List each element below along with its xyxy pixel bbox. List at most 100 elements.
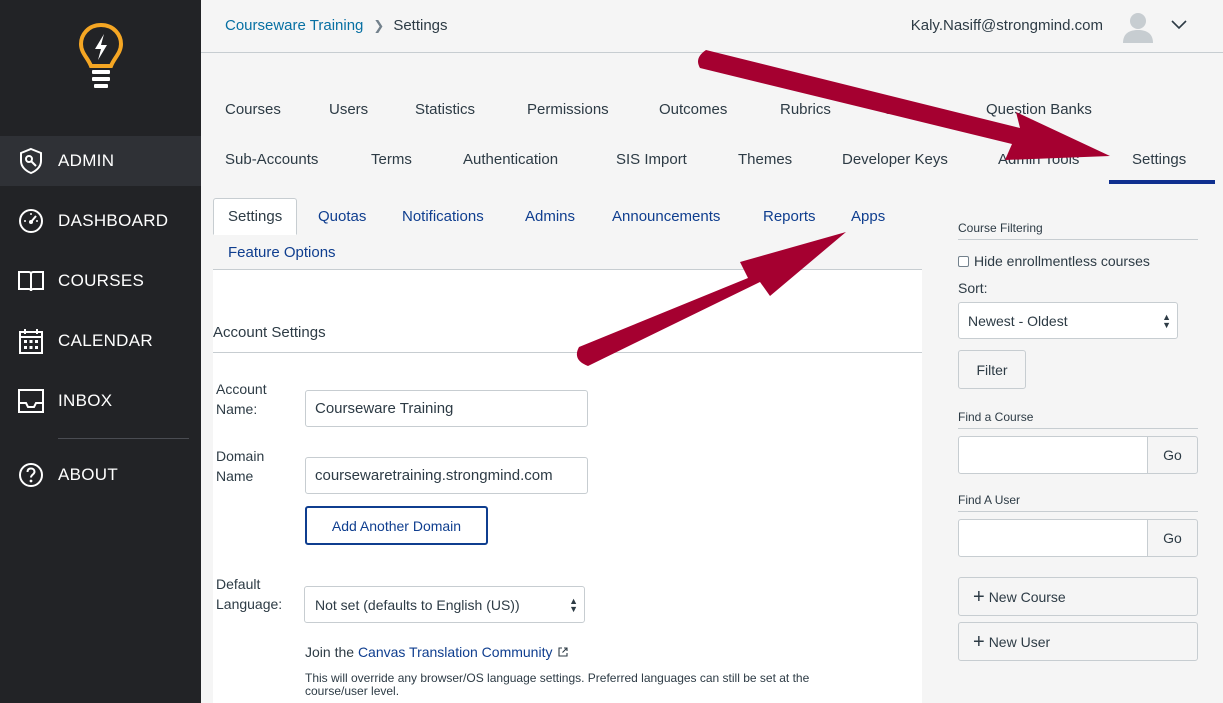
tab-rubrics[interactable]: Rubrics	[780, 101, 831, 118]
find-course-divider	[958, 428, 1198, 429]
lightbulb-logo-icon[interactable]	[78, 22, 124, 92]
translation-community-text: Join the Canvas Translation Community	[305, 644, 568, 660]
default-language-select[interactable]: Not set (defaults to English (US)) ▲ ▼	[304, 586, 585, 623]
subtab-notifications[interactable]: Notifications	[402, 208, 484, 225]
tab-admin-tools[interactable]: Admin Tools	[998, 151, 1079, 168]
book-icon	[17, 267, 45, 295]
select-arrows-icon: ▲ ▼	[569, 596, 578, 614]
default-language-value: Not set (defaults to English (US))	[315, 596, 520, 613]
nav-about-label: ABOUT	[58, 465, 119, 484]
plus-icon: +	[973, 585, 985, 608]
new-user-label: New User	[988, 633, 1051, 650]
domain-name-input[interactable]: coursewaretraining.strongmind.com	[305, 457, 588, 494]
subtab-quotas[interactable]: Quotas	[318, 208, 366, 225]
hide-enrollmentless-row[interactable]: Hide enrollmentless courses	[958, 253, 1150, 269]
filter-button[interactable]: Filter	[958, 350, 1026, 389]
breadcrumb: Courseware Training ❯ Settings	[225, 17, 448, 34]
tab-settings-selected-indicator	[1109, 180, 1215, 184]
domain-name-label-line2: Name	[216, 468, 254, 484]
nav-courses[interactable]: COURSES	[0, 256, 201, 306]
hide-enrollmentless-label: Hide enrollmentless courses	[974, 253, 1150, 269]
account-name-label-line1: Account	[216, 381, 267, 397]
tab-statistics[interactable]: Statistics	[415, 101, 475, 118]
tab-sis-import[interactable]: SIS Import	[616, 151, 687, 168]
tab-terms[interactable]: Terms	[371, 151, 412, 168]
nav-courses-label: COURSES	[58, 271, 145, 290]
find-course-go-button[interactable]: Go	[1147, 436, 1198, 474]
domain-name-label-line1: Domain	[216, 448, 265, 464]
nav-inbox[interactable]: INBOX	[0, 376, 201, 426]
tab-sub-accounts[interactable]: Sub-Accounts	[225, 151, 318, 168]
tab-settings[interactable]: Settings	[1132, 151, 1186, 168]
find-user-go-button[interactable]: Go	[1147, 519, 1198, 557]
nav-about[interactable]: ABOUT	[0, 450, 201, 500]
nav-dashboard-label: DASHBOARD	[58, 211, 169, 230]
dashboard-gauge-icon	[17, 207, 45, 235]
subtab-feature-options[interactable]: Feature Options	[228, 244, 336, 261]
default-language-label-line1: Default	[216, 576, 261, 592]
new-user-button[interactable]: + New User	[958, 622, 1198, 661]
sort-value: Newest - Oldest	[968, 312, 1068, 329]
find-user-divider	[958, 511, 1198, 512]
nav-admin-label: ADMIN	[58, 151, 115, 170]
breadcrumb-separator-icon: ❯	[373, 17, 385, 33]
subtab-settings[interactable]: Settings	[213, 198, 298, 235]
sort-select[interactable]: Newest - Oldest ▲ ▼	[958, 302, 1178, 339]
subtab-admins[interactable]: Admins	[525, 208, 575, 225]
default-language-label-line2: Language:	[216, 596, 283, 612]
default-language-label: Default Language:	[216, 574, 282, 614]
breadcrumb-account-link[interactable]: Courseware Training	[225, 17, 363, 34]
find-course-heading: Find a Course	[958, 410, 1034, 424]
sort-select-arrows-icon: ▲ ▼	[1162, 312, 1171, 330]
tab-authentication[interactable]: Authentication	[463, 151, 558, 168]
sort-label: Sort:	[958, 280, 988, 296]
tab-question-banks[interactable]: Question Banks	[986, 101, 1092, 118]
translation-community-link[interactable]: Canvas Translation Community	[358, 644, 553, 660]
tab-users[interactable]: Users	[329, 101, 368, 118]
hide-enrollmentless-checkbox[interactable]	[958, 255, 969, 267]
subtab-reports[interactable]: Reports	[763, 208, 816, 225]
admin-shield-icon	[17, 147, 45, 175]
calendar-icon	[17, 327, 45, 355]
account-name-label-line2: Name:	[216, 401, 258, 417]
language-override-note: This will override any browser/OS langua…	[305, 671, 810, 698]
avatar-icon[interactable]	[1121, 9, 1155, 43]
plus-icon: +	[973, 630, 985, 653]
course-filtering-divider	[958, 239, 1198, 240]
tab-themes[interactable]: Themes	[738, 151, 792, 168]
find-user-input[interactable]	[958, 519, 1148, 557]
subtab-announcements[interactable]: Announcements	[612, 208, 720, 225]
new-course-button[interactable]: + New Course	[958, 577, 1198, 616]
tab-courses[interactable]: Courses	[225, 101, 281, 118]
account-tabs: Courses Users Statistics Permissions Out…	[201, 53, 1223, 188]
account-settings-heading: Account Settings	[213, 324, 326, 341]
external-link-icon	[558, 647, 568, 657]
find-user-heading: Find A User	[958, 493, 1021, 507]
join-prefix: Join the	[305, 644, 358, 660]
nav-calendar-label: CALENDAR	[58, 331, 153, 350]
chevron-down-icon[interactable]	[1171, 18, 1187, 30]
domain-name-label: Domain Name	[216, 446, 264, 486]
nav-calendar[interactable]: CALENDAR	[0, 316, 201, 366]
tab-developer-keys[interactable]: Developer Keys	[842, 151, 948, 168]
tab-permissions[interactable]: Permissions	[527, 101, 609, 118]
nav-inbox-label: INBOX	[58, 391, 113, 410]
nav-divider	[58, 438, 189, 439]
account-settings-panel: Account Settings Account Name: Coursewar…	[213, 270, 922, 703]
find-course-input[interactable]	[958, 436, 1148, 474]
new-course-label: New Course	[988, 588, 1066, 605]
breadcrumb-current: Settings	[393, 17, 448, 34]
course-filtering-heading: Course Filtering	[958, 221, 1043, 235]
subtab-apps[interactable]: Apps	[851, 208, 885, 225]
settings-subtabs: Settings Quotas Notifications Admins Ann…	[213, 198, 922, 270]
tab-outcomes[interactable]: Outcomes	[659, 101, 727, 118]
user-email[interactable]: Kaly.Nasiff@strongmind.com	[911, 17, 1103, 34]
account-name-input[interactable]: Courseware Training	[305, 390, 588, 427]
account-name-label: Account Name:	[216, 379, 267, 419]
tab-grading[interactable]: G	[883, 101, 895, 118]
nav-dashboard[interactable]: DASHBOARD	[0, 196, 201, 246]
heading-divider	[213, 352, 922, 353]
page-header: Courseware Training ❯ Settings Kaly.Nasi…	[201, 0, 1223, 53]
nav-admin[interactable]: ADMIN	[0, 136, 201, 186]
add-another-domain-button[interactable]: Add Another Domain	[305, 506, 488, 545]
